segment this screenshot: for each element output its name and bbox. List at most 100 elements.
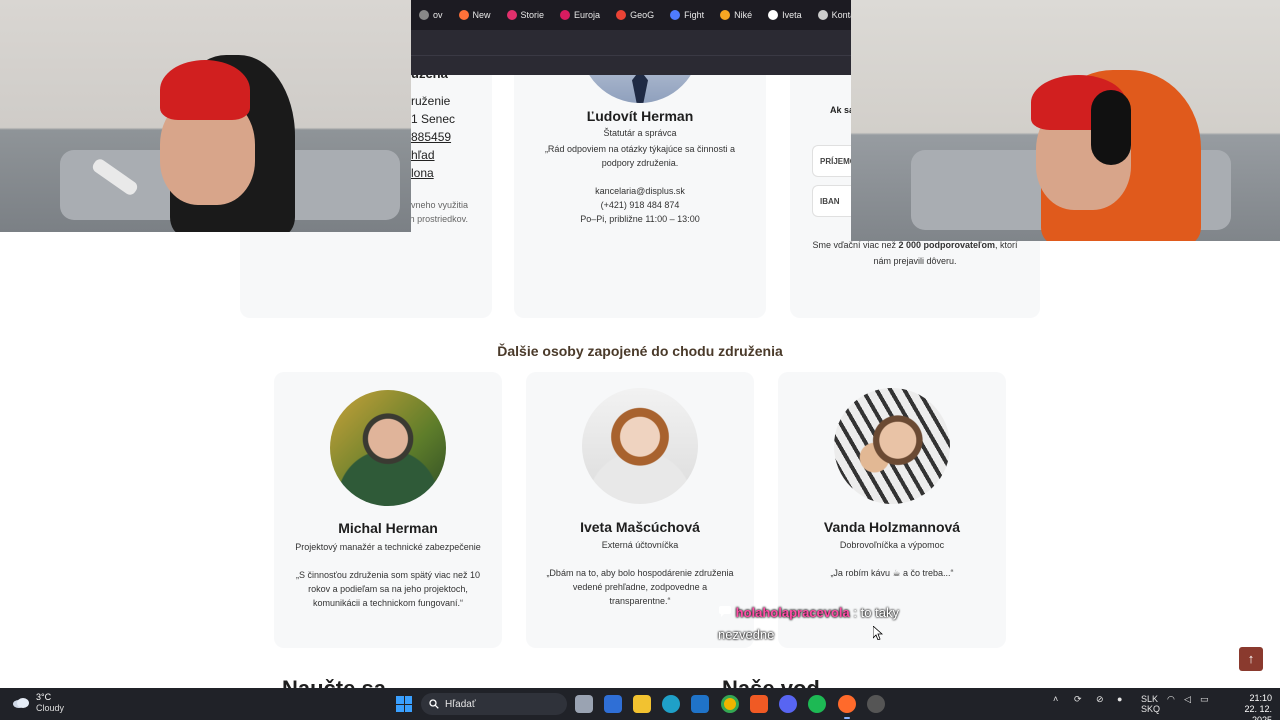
supporters-text: Sme vďační viac než 2 000 podporovateľom… — [805, 237, 1025, 269]
tray-chevron-icon[interactable]: ˄ — [1053, 694, 1058, 704]
chat-username: holaholapracevola — [735, 605, 850, 620]
person-quote: „Ja robím kávu ☕ a čo treba...“ — [830, 568, 954, 578]
browser-tab-label: Euroja — [574, 10, 601, 20]
org-line-register-link[interactable]: hľad — [411, 146, 455, 164]
mouse-cursor-icon — [873, 626, 883, 640]
browser-tab-label: New — [472, 10, 491, 20]
browser-tab[interactable]: Euroja — [552, 10, 608, 20]
generic-icon — [419, 10, 429, 20]
bookmarks-bar — [411, 55, 851, 75]
spotify-icon[interactable] — [808, 695, 826, 713]
browser-tab[interactable]: Konta — [810, 10, 851, 20]
brave-icon[interactable] — [750, 695, 768, 713]
section-title: Ďalšie osoby zapojené do chodu združenia — [497, 343, 783, 359]
system-clock[interactable]: 21:10 22. 12. 2025 — [1222, 693, 1272, 726]
weather-widget[interactable]: 3°C Cloudy — [12, 692, 64, 714]
webcam-left — [0, 0, 411, 232]
taskbar: 3°C Cloudy Hľadať ˄ ⟳ ⊘ ● SLK SKQ ◠ ◁ ▭ … — [0, 688, 1280, 725]
supporters-pre: Sme vďační viac než — [812, 240, 897, 250]
sync-icon[interactable]: ⟳ — [1074, 694, 1082, 705]
address-bar[interactable] — [411, 30, 851, 55]
chat-colon: : — [853, 605, 858, 620]
browser-tab-label: GeoG — [630, 10, 655, 20]
clock-date: 22. 12. 2025 — [1244, 704, 1272, 725]
firefox-icon[interactable] — [838, 695, 856, 713]
instagram-icon — [506, 10, 517, 20]
photos-icon[interactable] — [691, 695, 709, 713]
webpage: užena ruženie 1 Senec 885459 hľad lona o… — [0, 0, 1280, 688]
browser-tab[interactable]: GeoG — [608, 10, 662, 20]
person-name: Michal Herman — [338, 520, 438, 536]
browser-tab-label: ov — [433, 10, 443, 20]
browser-tab[interactable]: ov — [411, 10, 451, 20]
google-icon — [768, 10, 779, 20]
file-explorer-icon[interactable] — [633, 695, 651, 713]
recipient-field[interactable]: PRÍJEMC — [812, 145, 856, 177]
browser-tab[interactable]: Storie — [499, 10, 553, 20]
herman-phone[interactable]: (+421) 918 484 874 — [514, 198, 766, 212]
person-role: Projektový manažér a technické zabezpeče… — [295, 542, 481, 552]
network-off-icon[interactable]: ⊘ — [1096, 694, 1104, 705]
michal-avatar — [330, 390, 446, 506]
store-icon[interactable] — [604, 695, 622, 713]
map-pin-icon — [616, 10, 627, 20]
org-line-ico-link[interactable]: 885459 — [411, 128, 455, 146]
taskbar-search[interactable]: Hľadať — [421, 693, 567, 715]
webcam-right — [851, 0, 1280, 241]
herman-contact: kancelaria@displus.sk (+421) 918 484 874… — [514, 184, 766, 226]
person-role: Externá účtovníčka — [601, 540, 679, 550]
iveta-avatar — [582, 388, 698, 504]
discord-icon[interactable] — [779, 695, 797, 713]
language-top: SLK — [1141, 694, 1159, 704]
org-line-link[interactable]: lona — [411, 164, 455, 182]
person-quote: „S činnosťou združenia som spätý viac ne… — [296, 570, 480, 608]
language-bottom: SKQ — [1141, 704, 1161, 714]
firefox-icon — [458, 10, 469, 20]
iban-field[interactable]: IBAN — [812, 185, 852, 217]
browser-tab-label: Fight — [684, 10, 705, 20]
paw-icon — [817, 10, 828, 20]
clock-time: 21:10 — [1249, 693, 1272, 703]
microphone-icon[interactable]: ● — [1117, 694, 1122, 704]
herman-role: Štatutár a správca — [603, 128, 677, 138]
herman-hours: Po–Pi, približne 11:00 – 13:00 — [580, 214, 700, 224]
browser-tab-label: Iveta — [782, 10, 802, 20]
nike-icon — [720, 10, 731, 20]
org-line-address: 1 Senec — [411, 112, 456, 126]
edge-icon[interactable] — [662, 695, 680, 713]
browser-tab-label: Konta — [831, 10, 851, 20]
tab-strip: ov New Storie Euroja GeoG Fight Niké Iveta Konta — [411, 0, 851, 30]
windows-start-icon[interactable] — [396, 696, 412, 712]
org-line-name: ruženie — [411, 94, 451, 108]
battery-icon[interactable]: ▭ — [1200, 694, 1209, 705]
person-name: Iveta Mašcúchová — [580, 519, 700, 535]
browser-tab[interactable]: New — [451, 10, 499, 20]
person-name: Vanda Holzmannová — [823, 519, 961, 535]
herman-email[interactable]: kancelaria@displus.sk — [514, 184, 766, 198]
bottom-heading-left: Naučte sa — [282, 676, 386, 688]
bottom-heading-right: Naše vod — [722, 676, 820, 688]
person-quote: „Dbám na to, aby bolo hospodárenie združ… — [546, 568, 734, 606]
organization-details: ruženie 1 Senec 885459 hľad lona — [411, 92, 455, 182]
herman-quote: „Rád odpoviem na otázky týkajúce sa činn… — [544, 144, 736, 168]
wifi-icon[interactable]: ◠ — [1167, 694, 1175, 705]
browser-tab-label: Niké — [734, 10, 753, 20]
vanda-avatar — [834, 388, 950, 504]
weather-temperature: 3°C — [36, 692, 52, 702]
weather-condition: Cloudy — [36, 703, 65, 713]
chrome-icon[interactable] — [721, 695, 739, 713]
person-role: Dobrovoľníčka a výpomoc — [839, 540, 945, 550]
search-icon — [429, 699, 439, 709]
volume-icon[interactable]: ◁ — [1184, 694, 1191, 705]
herman-name: Ľudovít Herman — [586, 108, 694, 124]
language-indicator[interactable]: SLK SKQ — [1141, 694, 1160, 714]
browser-tab[interactable]: Niké — [712, 10, 760, 20]
cloud-icon — [13, 698, 29, 708]
chat-message: holaholapracevola : to taky nezvedne — [718, 602, 938, 646]
browser-tab[interactable]: Iveta — [760, 10, 810, 20]
browser-tab[interactable]: Fight — [662, 10, 712, 20]
chat-bubble-icon — [718, 602, 732, 617]
task-view-icon[interactable] — [575, 695, 593, 713]
scroll-to-top-button[interactable]: ↑ — [1239, 647, 1263, 671]
obs-icon[interactable] — [867, 695, 885, 713]
